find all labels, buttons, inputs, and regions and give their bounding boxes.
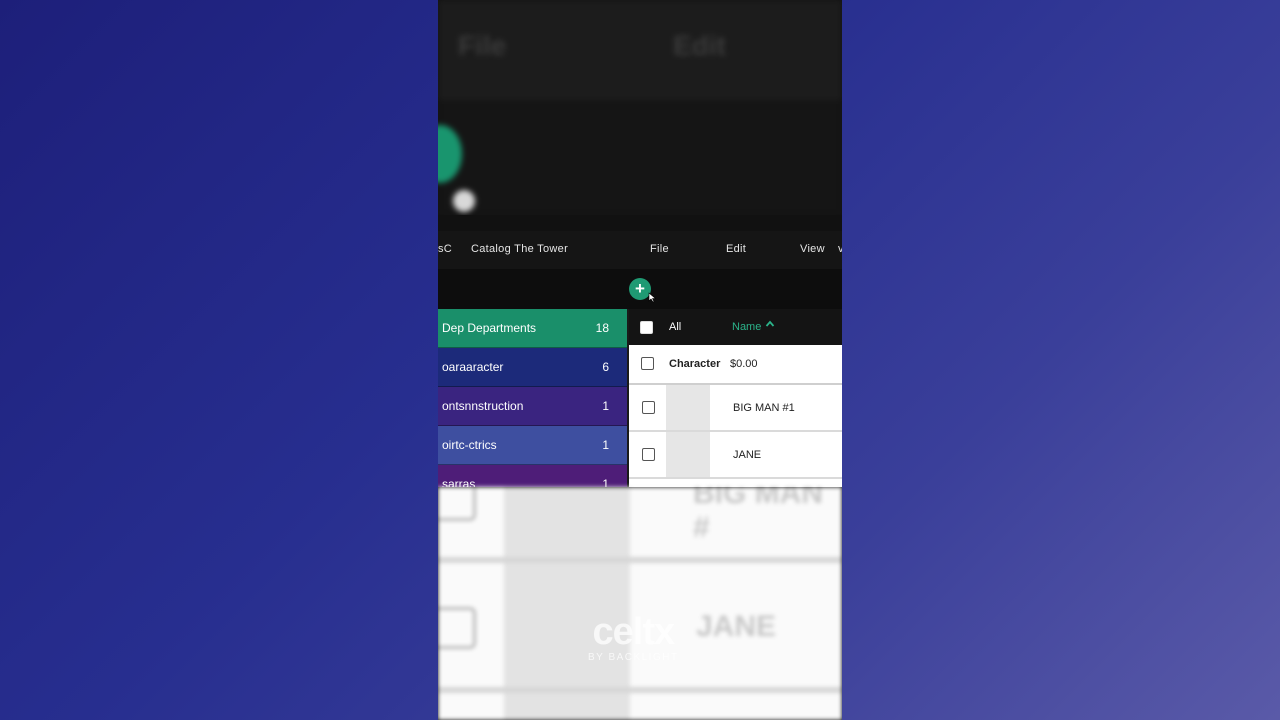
row-checkbox[interactable] <box>642 401 655 414</box>
blurred-zoom-menubar: File Edit <box>438 0 842 215</box>
menubar-partial-item[interactable]: sC <box>438 243 452 255</box>
watermark-subtitle: BY BACKLIGHT <box>588 652 679 663</box>
blurred-cursor <box>453 190 475 212</box>
department-item[interactable]: oaraaracter 6 <box>438 348 627 387</box>
department-count: 1 <box>602 477 609 487</box>
sort-by-name-button[interactable]: Name <box>732 321 761 333</box>
blurred-file-text: File <box>458 30 507 61</box>
departments-sidebar: Dep Departments 18 oaraaracter 6 ontsnns… <box>438 309 627 487</box>
blurred-item-name: BIG MAN # <box>693 487 823 544</box>
department-item[interactable]: oirtc-ctrics 1 <box>438 426 627 465</box>
group-checkbox[interactable] <box>641 357 654 370</box>
department-item[interactable]: Dep Departments 18 <box>438 309 627 348</box>
select-all-checkbox[interactable] <box>640 321 653 334</box>
toolbar: + <box>438 269 842 309</box>
select-all-label: All <box>669 321 682 333</box>
catalog-content: Dep Departments 18 oaraaracter 6 ontsnns… <box>438 309 842 487</box>
department-count: 1 <box>602 438 609 452</box>
item-thumbnail <box>666 432 710 477</box>
blurred-zoom-list: BIG MAN # JANE <box>438 487 842 720</box>
group-row: Character $0.00 <box>629 345 842 385</box>
table-row[interactable]: JANE <box>629 432 842 479</box>
group-amount: $0.00 <box>730 358 758 370</box>
blurred-checkbox <box>438 487 476 521</box>
department-count: 18 <box>595 321 609 335</box>
menubar: sC Catalog The Tower File Edit View v <box>438 231 842 269</box>
row-checkbox[interactable] <box>642 448 655 461</box>
watermark-logo: celtx BY BACKLIGHT <box>588 612 679 663</box>
department-label: ontsnnstruction <box>442 399 524 413</box>
department-item[interactable]: sarras 1 <box>438 465 627 487</box>
menu-file[interactable]: File <box>650 243 669 255</box>
department-label: sarras <box>442 477 476 487</box>
phone-frame: File Edit sC Catalog The Tower File Edit… <box>438 0 842 720</box>
menu-next-partial[interactable]: v <box>838 243 842 255</box>
items-header: All Name <box>629 309 842 345</box>
item-name: JANE <box>733 449 762 461</box>
department-count: 6 <box>602 360 609 374</box>
department-label: Dep Departments <box>442 321 537 335</box>
menu-view[interactable]: View <box>800 243 825 255</box>
blurred-thumb-column <box>504 487 630 720</box>
item-name: BIG MAN #1 <box>733 402 795 414</box>
catalog-title[interactable]: Catalog The Tower <box>471 243 568 255</box>
blurred-add-button <box>438 125 462 183</box>
department-label: oirtc-ctrics <box>442 438 497 452</box>
department-item[interactable]: ontsnnstruction 1 <box>438 387 627 426</box>
mouse-pointer-icon <box>648 292 657 303</box>
app-window: sC Catalog The Tower File Edit View v + … <box>438 231 842 487</box>
blurred-edit-text: Edit <box>673 30 726 61</box>
items-panel: All Name Character $0.00 BIG MAN #1 JANE <box>629 309 842 487</box>
department-label: oaraaracter <box>442 360 504 374</box>
chevron-up-icon[interactable] <box>765 319 775 332</box>
blurred-checkbox <box>438 607 476 649</box>
menu-edit[interactable]: Edit <box>726 243 746 255</box>
department-count: 1 <box>602 399 609 413</box>
watermark-brand: celtx <box>592 611 676 653</box>
item-thumbnail <box>666 385 710 430</box>
table-row[interactable]: BIG MAN #1 <box>629 385 842 432</box>
blurred-item-name: JANE <box>696 610 777 643</box>
group-title: Character <box>669 358 721 370</box>
